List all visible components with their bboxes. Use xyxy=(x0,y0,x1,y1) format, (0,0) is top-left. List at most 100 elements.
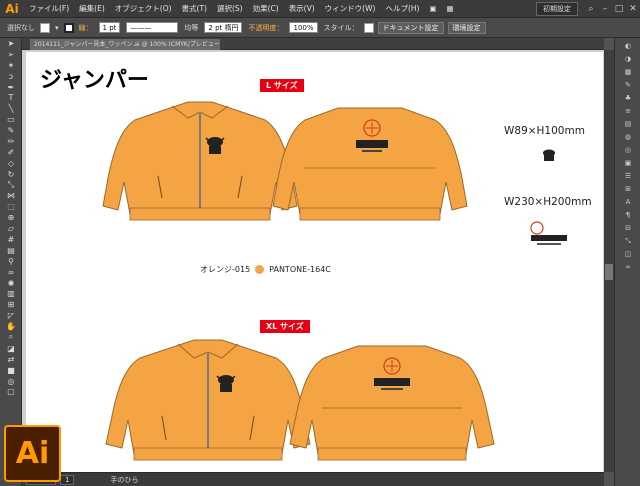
pencil-tool-icon[interactable]: ✏ xyxy=(0,136,22,147)
swap-icon[interactable]: ⇄ xyxy=(0,354,22,365)
search-icon[interactable]: ⌕ xyxy=(584,4,598,14)
color-mode-icon[interactable]: ■ xyxy=(0,365,22,376)
appearance-panel-icon[interactable]: ◎ xyxy=(615,145,640,155)
brush-definition[interactable]: 2 pt 楕円 xyxy=(204,22,243,33)
links-panel-icon[interactable]: ∞ xyxy=(615,262,640,272)
menu-effect[interactable]: 効果(C) xyxy=(248,3,284,14)
color-name: オレンジ-015 xyxy=(200,265,251,274)
ox-logo-sample-icon xyxy=(543,149,555,161)
layers-panel-icon[interactable]: ☰ xyxy=(615,171,640,181)
graphic-styles-icon[interactable]: ▣ xyxy=(615,158,640,168)
pathfinder-panel-icon[interactable]: ◫ xyxy=(615,249,640,259)
panel-dock: ◐ ◑ ▦ ✎ ♣ ≡ ▤ ◍ ◎ ▣ ☰ ⊞ A ¶ ⊟ ⤡ ◫ ∞ xyxy=(614,38,640,486)
document-tab-bar: 2014111_ジャンパー見本_ワッペン.ai @ 100% (CMYK/プレビ… xyxy=(22,38,604,50)
stroke-weight-field[interactable]: 1 pt xyxy=(98,22,121,33)
perspective-grid-tool-icon[interactable]: ▱ xyxy=(0,223,22,234)
color-guide-icon[interactable]: ◑ xyxy=(615,54,640,64)
menu-select[interactable]: 選択(S) xyxy=(212,3,248,14)
document-setup-button[interactable]: ドキュメント設定 xyxy=(377,21,444,34)
maximize-icon[interactable]: □ xyxy=(612,4,626,14)
workspace-switcher[interactable]: 初期設定 xyxy=(536,2,578,16)
direct-selection-tool-icon[interactable]: ➢ xyxy=(0,49,22,60)
blob-brush-tool-icon[interactable]: ✐ xyxy=(0,147,22,158)
window-controls: 初期設定 ⌕ – □ ✕ xyxy=(536,0,640,18)
transparency-panel-icon[interactable]: ◍ xyxy=(615,132,640,142)
mesh-tool-icon[interactable]: # xyxy=(0,234,22,245)
document-tab[interactable]: 2014111_ジャンパー見本_ワッペン.ai @ 100% (CMYK/プレビ… xyxy=(30,39,220,50)
vertical-scrollbar[interactable] xyxy=(604,50,614,472)
menu-edit[interactable]: 編集(E) xyxy=(74,3,110,14)
stroke-swatch[interactable] xyxy=(63,22,74,33)
eyedropper-tool-icon[interactable]: ⚲ xyxy=(0,256,22,267)
ai-app-badge: Ai xyxy=(4,425,61,482)
zoom-tool-icon[interactable]: ⌕ xyxy=(0,332,22,343)
minimize-icon[interactable]: – xyxy=(598,4,612,14)
eraser-tool-icon[interactable]: ◇ xyxy=(0,158,22,169)
arrange-icon[interactable]: ▦ xyxy=(442,4,459,13)
menu-help[interactable]: ヘルプ(H) xyxy=(380,3,424,14)
scale-tool-icon[interactable]: ⤡ xyxy=(0,180,22,191)
style-swatch[interactable] xyxy=(363,22,374,33)
menu-view[interactable]: 表示(V) xyxy=(284,3,320,14)
chevron-down-icon[interactable]: ▾ xyxy=(55,24,59,32)
color-dot xyxy=(255,265,265,274)
paintbrush-tool-icon[interactable]: ✎ xyxy=(0,125,22,136)
menu-file[interactable]: ファイル(F) xyxy=(24,3,74,14)
rectangle-tool-icon[interactable]: ▭ xyxy=(0,114,22,125)
menu-window[interactable]: ウィンドウ(W) xyxy=(320,3,381,14)
opacity-label[interactable]: 不透明度： xyxy=(248,23,283,33)
control-bar: 選択なし ▾ 線： 1 pt ——— 均等 2 pt 楕円 不透明度： 100%… xyxy=(0,18,640,38)
artboard-tool-icon[interactable]: ⊞ xyxy=(0,299,22,310)
close-icon[interactable]: ✕ xyxy=(626,4,640,14)
color-spec-row: オレンジ-015 PANTONE-164C xyxy=(200,264,331,275)
menu-object[interactable]: オブジェクト(O) xyxy=(110,3,177,14)
variable-width-profile[interactable]: ——— xyxy=(126,22,179,33)
preferences-button[interactable]: 環境設定 xyxy=(447,21,486,34)
blend-tool-icon[interactable]: ∞ xyxy=(0,267,22,278)
shape-builder-tool-icon[interactable]: ⊕ xyxy=(0,212,22,223)
align-panel-icon[interactable]: ⊟ xyxy=(615,223,640,233)
hand-tool-icon[interactable]: ✋ xyxy=(0,321,22,332)
style-label: スタイル： xyxy=(323,23,359,32)
artboards-panel-icon[interactable]: ⊞ xyxy=(615,184,640,194)
width-tool-icon[interactable]: ⋈ xyxy=(0,190,22,201)
gradient-tool-icon[interactable]: ▤ xyxy=(0,245,22,256)
line-tool-icon[interactable]: ╲ xyxy=(0,103,22,114)
jacket-xl-back xyxy=(289,345,495,461)
paragraph-panel-icon[interactable]: ¶ xyxy=(615,210,640,220)
gradient-panel-icon[interactable]: ▤ xyxy=(615,119,640,129)
graph-tool-icon[interactable]: ▥ xyxy=(0,288,22,299)
app-logo: Ai xyxy=(5,1,19,16)
scrollbar-thumb[interactable] xyxy=(605,264,613,280)
status-tool-label: 手のひら xyxy=(110,475,139,484)
drawing-mode-icon[interactable]: ◎ xyxy=(0,376,22,387)
status-bar: 100% 1 手のひら xyxy=(22,472,604,486)
slice-tool-icon[interactable]: ◸ xyxy=(0,310,22,321)
color-panel-icon[interactable]: ◐ xyxy=(615,41,640,51)
type-tool-icon[interactable]: T xyxy=(0,92,22,103)
fill-swatch[interactable] xyxy=(40,22,50,33)
rotate-tool-icon[interactable]: ↻ xyxy=(0,169,22,180)
bridge-icon[interactable]: ▣ xyxy=(424,4,441,13)
free-transform-tool-icon[interactable]: ⬚ xyxy=(0,201,22,212)
pantone-code: PANTONE-164C xyxy=(269,265,331,274)
selection-tool-icon[interactable]: ➤ xyxy=(0,38,22,49)
lasso-tool-icon[interactable]: ↄ xyxy=(0,71,22,82)
screen-mode-icon[interactable]: ▢ xyxy=(0,387,22,398)
artboard-nav[interactable]: 1 xyxy=(60,474,75,485)
character-panel-icon[interactable]: A xyxy=(615,197,640,207)
menu-type[interactable]: 書式(T) xyxy=(177,3,212,14)
stroke-label[interactable]: 線： xyxy=(79,23,93,33)
opacity-field[interactable]: 100% xyxy=(289,22,318,33)
brushes-panel-icon[interactable]: ✎ xyxy=(615,80,640,90)
magic-wand-tool-icon[interactable]: ✶ xyxy=(0,60,22,71)
transform-panel-icon[interactable]: ⤡ xyxy=(615,236,640,246)
stroke-panel-icon[interactable]: ≡ xyxy=(615,106,640,116)
swatches-panel-icon[interactable]: ▦ xyxy=(615,67,640,77)
profile-label: 均等 xyxy=(184,23,199,32)
symbols-panel-icon[interactable]: ♣ xyxy=(615,93,640,103)
symbol-sprayer-tool-icon[interactable]: ✺ xyxy=(0,278,22,289)
pen-tool-icon[interactable]: ✒ xyxy=(0,82,22,93)
tools-panel: ➤ ➢ ✶ ↄ ✒ T ╲ ▭ ✎ ✏ ✐ ◇ ↻ ⤡ ⋈ ⬚ ⊕ ▱ # ▤ … xyxy=(0,38,22,486)
fill-stroke-icon[interactable]: ◪ xyxy=(0,343,22,354)
